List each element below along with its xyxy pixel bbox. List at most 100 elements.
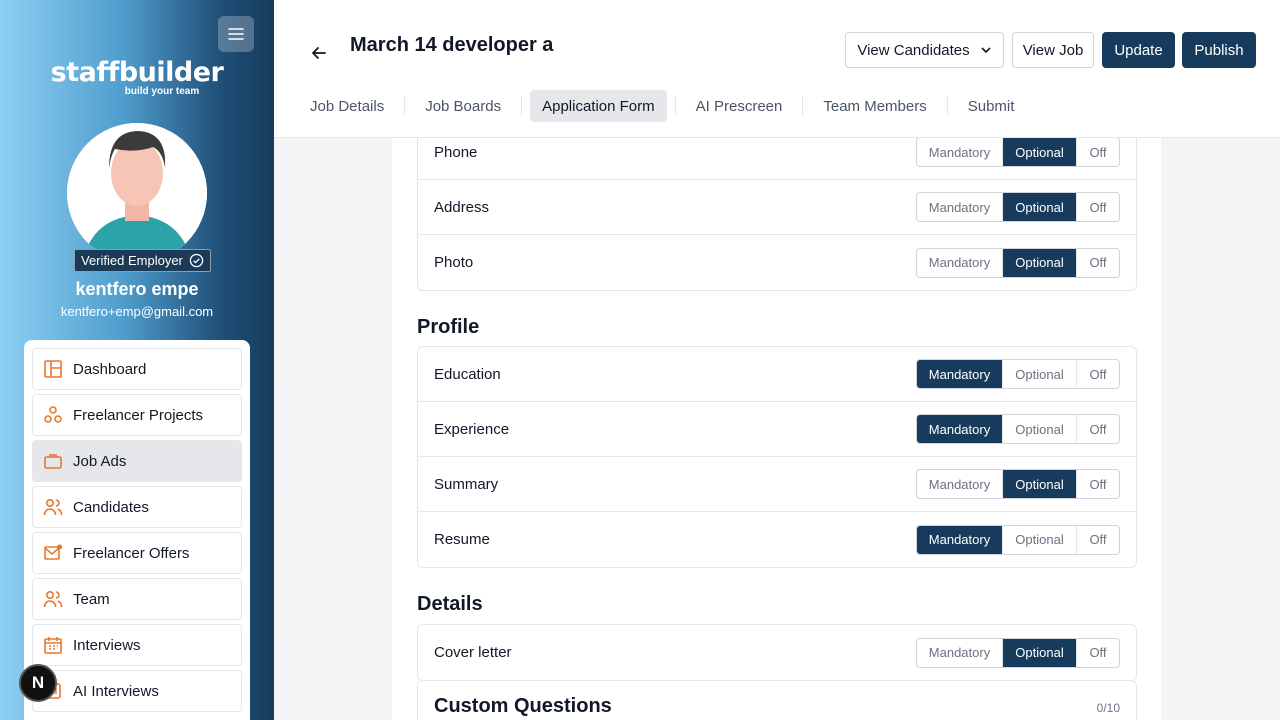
section-title-profile: Profile [417, 316, 480, 338]
requirement-toggle: Mandatory Optional Off [916, 247, 1120, 278]
field-label: Address [434, 198, 490, 216]
header: March 14 developer a View Candidates Vie… [274, 0, 1280, 138]
mail-icon [44, 544, 62, 560]
optional-option[interactable]: Optional [1003, 525, 1077, 554]
sidebar: staffbuilder build your team Verified Em… [0, 0, 274, 720]
field-row-experience: Experience Mandatory Optional Off [418, 402, 1136, 457]
optional-option[interactable]: Optional [1003, 638, 1077, 667]
tab-submit[interactable]: Submit [956, 90, 1027, 122]
sidebar-item-ai-interviews[interactable]: AI Interviews [32, 670, 242, 712]
application-form-panel: Phone Mandatory Optional Off Address Man… [392, 124, 1161, 720]
tab-divider [946, 96, 948, 116]
field-row-summary: Summary Mandatory Optional Off [418, 457, 1136, 512]
profile-card: Education Mandatory Optional Off Experie… [417, 346, 1137, 568]
user-avatar-icon [67, 123, 207, 263]
tab-job-details[interactable]: Job Details [298, 90, 396, 122]
field-row-photo: Photo Mandatory Optional Off [418, 235, 1136, 290]
mandatory-option[interactable]: Mandatory [917, 360, 1003, 388]
sidebar-item-job-ads[interactable]: Job Ads [32, 440, 242, 482]
calendar-icon [44, 637, 62, 654]
arrow-left-icon [312, 47, 326, 59]
requirement-toggle: Mandatory Optional Off [916, 637, 1120, 668]
field-label: Resume [434, 531, 490, 548]
verified-badge: Verified Employer [74, 249, 211, 272]
logo-tagline: build your team [124, 86, 200, 97]
optional-option[interactable]: Optional [1003, 138, 1077, 166]
off-option[interactable]: Off [1077, 470, 1119, 498]
off-option[interactable]: Off [1077, 360, 1119, 388]
sidebar-item-interviews[interactable]: Interviews [32, 624, 242, 666]
check-circle-icon [189, 253, 204, 268]
sidebar-item-freelancer-offers[interactable]: Freelancer Offers [32, 532, 242, 574]
logo[interactable]: staffbuilder build your team [0, 57, 274, 98]
page-title: March 14 developer a [350, 34, 554, 56]
chevron-down-icon [981, 47, 991, 54]
optional-option[interactable]: Optional [1003, 248, 1077, 277]
mandatory-option[interactable]: Mandatory [917, 470, 1003, 498]
requirement-toggle: Mandatory Optional Off [916, 469, 1120, 499]
tab-divider [404, 96, 406, 116]
user-email: kentfero+emp@gmail.com [60, 304, 214, 319]
logo-brand: staffbuilder [50, 57, 224, 88]
mandatory-option[interactable]: Mandatory [917, 638, 1003, 667]
off-option[interactable]: Off [1077, 639, 1119, 667]
menu-toggle-button[interactable] [218, 16, 254, 52]
back-button[interactable] [308, 42, 330, 64]
user-name: kentfero empe [75, 279, 199, 299]
mandatory-option[interactable]: Mandatory [917, 193, 1003, 221]
mandatory-option[interactable]: Mandatory [917, 248, 1003, 277]
off-option[interactable]: Off [1077, 249, 1119, 277]
tab-job-boards[interactable]: Job Boards [413, 90, 513, 122]
sidebar-item-label: Freelancer Offers [73, 544, 190, 562]
sidebar-item-label: Freelancer Projects [73, 406, 204, 424]
mandatory-option[interactable]: Mandatory [917, 415, 1003, 443]
field-row-education: Education Mandatory Optional Off [418, 347, 1136, 402]
sidebar-item-label: Candidates [73, 498, 149, 516]
mandatory-option[interactable]: Mandatory [917, 525, 1003, 554]
off-option[interactable]: Off [1077, 415, 1119, 443]
avatar[interactable] [67, 123, 207, 263]
tab-application-form[interactable]: Application Form [530, 90, 667, 122]
field-row-resume: Resume Mandatory Optional Off [418, 512, 1136, 567]
tab-team-members[interactable]: Team Members [811, 90, 938, 122]
users-icon [43, 590, 63, 608]
optional-option[interactable]: Optional [1003, 360, 1077, 388]
users-icon [43, 498, 63, 516]
sidebar-item-label: Interviews [73, 636, 141, 654]
field-label: Photo [434, 254, 474, 271]
requirement-toggle: Mandatory Optional Off [916, 414, 1120, 444]
sidebar-item-candidates[interactable]: Candidates [32, 486, 242, 528]
field-label: Cover letter [434, 644, 512, 661]
tab-ai-prescreen[interactable]: AI Prescreen [684, 90, 795, 122]
layout-icon [44, 360, 62, 378]
field-label: Phone [434, 143, 478, 161]
tab-divider [521, 96, 523, 116]
sidebar-item-label: Dashboard [73, 360, 147, 378]
requirement-toggle: Mandatory Optional Off [916, 192, 1120, 222]
sidebar-item-label: Team [73, 590, 110, 608]
briefcase-icon [44, 454, 62, 469]
off-option[interactable]: Off [1077, 138, 1119, 166]
optional-option[interactable]: Optional [1003, 415, 1077, 443]
details-card: Cover letter Mandatory Optional Off [417, 624, 1137, 681]
custom-questions-title: Custom Questions [434, 695, 612, 717]
mandatory-option[interactable]: Mandatory [917, 138, 1003, 166]
sidebar-nav: Dashboard Freelancer Projects Job Ads Ca… [24, 340, 250, 720]
off-option[interactable]: Off [1077, 526, 1119, 554]
tab-divider [674, 96, 676, 116]
tab-divider [802, 96, 804, 116]
publish-button[interactable]: Publish [1182, 32, 1256, 68]
sidebar-item-dashboard[interactable]: Dashboard [32, 348, 242, 390]
field-label: Summary [434, 475, 499, 493]
requirement-toggle: Mandatory Optional Off [916, 524, 1120, 555]
off-option[interactable]: Off [1077, 193, 1119, 221]
sidebar-item-freelancer-projects[interactable]: Freelancer Projects [32, 394, 242, 436]
contact-card: Phone Mandatory Optional Off Address Man… [417, 124, 1137, 291]
update-button[interactable]: Update [1102, 32, 1175, 68]
view-job-button[interactable]: View Job [1012, 32, 1094, 68]
optional-option[interactable]: Optional [1003, 193, 1077, 221]
n-badge[interactable]: N [19, 664, 57, 702]
view-candidates-dropdown[interactable]: View Candidates [845, 32, 1004, 68]
optional-option[interactable]: Optional [1003, 470, 1077, 498]
sidebar-item-team[interactable]: Team [32, 578, 242, 620]
